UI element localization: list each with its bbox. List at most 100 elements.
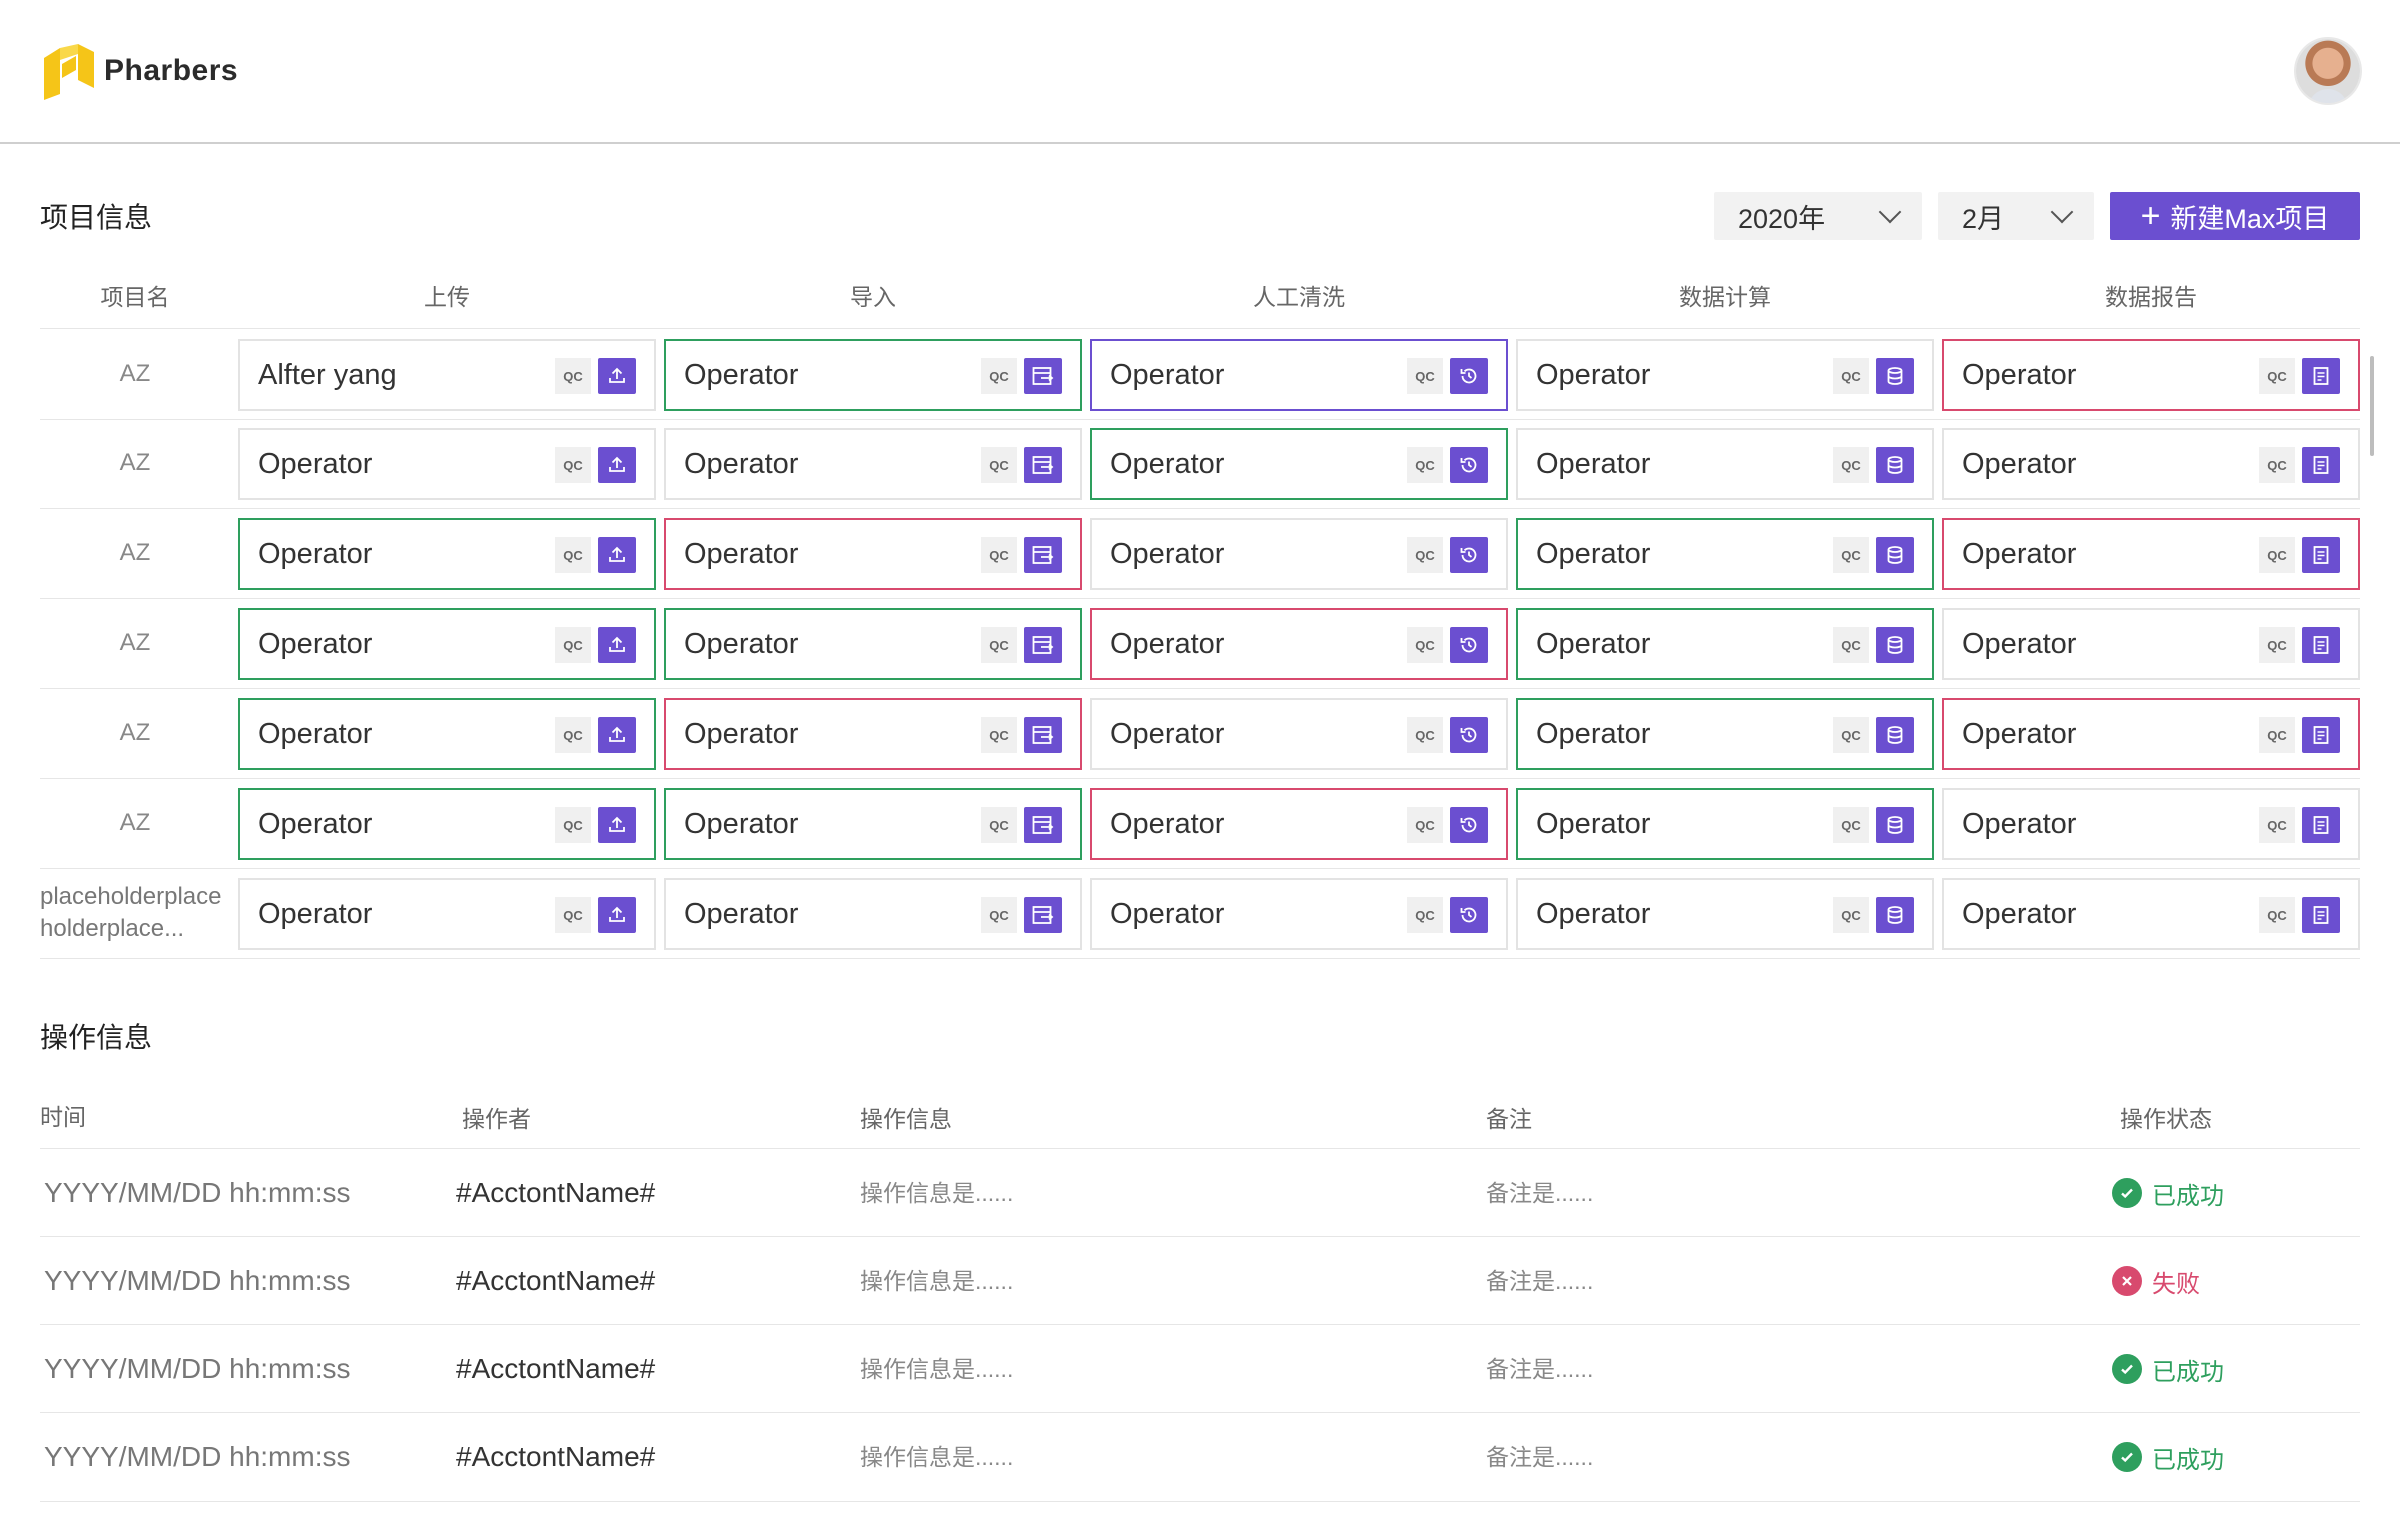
database-icon[interactable] <box>1876 358 1914 394</box>
qc-button[interactable]: QC <box>1407 897 1443 933</box>
report-icon[interactable] <box>2302 717 2340 753</box>
stage-cell-4[interactable]: Operator QC <box>1942 428 2360 500</box>
history-icon[interactable] <box>1450 807 1488 843</box>
import-icon[interactable] <box>1024 627 1062 663</box>
stage-cell-0[interactable]: Operator QC <box>238 608 656 680</box>
upload-icon[interactable] <box>598 537 636 573</box>
import-icon[interactable] <box>1024 447 1062 483</box>
qc-button[interactable]: QC <box>2259 358 2295 394</box>
stage-cell-4[interactable]: Operator QC <box>1942 698 2360 770</box>
stage-cell-2[interactable]: Operator QC <box>1090 608 1508 680</box>
upload-icon[interactable] <box>598 717 636 753</box>
stage-cell-4[interactable]: Operator QC <box>1942 788 2360 860</box>
stage-cell-2[interactable]: Operator QC <box>1090 878 1508 950</box>
stage-cell-0[interactable]: Operator QC <box>238 428 656 500</box>
upload-icon[interactable] <box>598 627 636 663</box>
stage-cell-3[interactable]: Operator QC <box>1516 339 1934 411</box>
qc-button[interactable]: QC <box>981 717 1017 753</box>
qc-button[interactable]: QC <box>981 447 1017 483</box>
report-icon[interactable] <box>2302 807 2340 843</box>
upload-icon[interactable] <box>598 897 636 933</box>
upload-icon[interactable] <box>598 358 636 394</box>
history-icon[interactable] <box>1450 447 1488 483</box>
qc-button[interactable]: QC <box>555 717 591 753</box>
qc-button[interactable]: QC <box>1407 537 1443 573</box>
report-icon[interactable] <box>2302 897 2340 933</box>
database-icon[interactable] <box>1876 537 1914 573</box>
qc-button[interactable]: QC <box>981 807 1017 843</box>
qc-button[interactable]: QC <box>1833 897 1869 933</box>
stage-cell-2[interactable]: Operator QC <box>1090 428 1508 500</box>
stage-cell-3[interactable]: Operator QC <box>1516 698 1934 770</box>
stage-cell-0[interactable]: Operator QC <box>238 518 656 590</box>
qc-button[interactable]: QC <box>555 358 591 394</box>
stage-cell-0[interactable]: Operator QC <box>238 878 656 950</box>
stage-cell-2[interactable]: Operator QC <box>1090 788 1508 860</box>
report-icon[interactable] <box>2302 537 2340 573</box>
qc-button[interactable]: QC <box>555 537 591 573</box>
user-avatar[interactable] <box>2296 39 2360 103</box>
database-icon[interactable] <box>1876 897 1914 933</box>
qc-button[interactable]: QC <box>1407 447 1443 483</box>
database-icon[interactable] <box>1876 717 1914 753</box>
import-icon[interactable] <box>1024 897 1062 933</box>
qc-button[interactable]: QC <box>1833 447 1869 483</box>
stage-cell-0[interactable]: Operator QC <box>238 698 656 770</box>
qc-button[interactable]: QC <box>555 447 591 483</box>
qc-button[interactable]: QC <box>2259 627 2295 663</box>
upload-icon[interactable] <box>598 807 636 843</box>
qc-button[interactable]: QC <box>1407 627 1443 663</box>
stage-cell-1[interactable]: Operator QC <box>664 608 1082 680</box>
qc-button[interactable]: QC <box>1833 807 1869 843</box>
new-max-project-button[interactable]: + 新建Max项目 <box>2110 192 2360 240</box>
qc-button[interactable]: QC <box>981 627 1017 663</box>
stage-cell-0[interactable]: Operator QC <box>238 788 656 860</box>
stage-cell-3[interactable]: Operator QC <box>1516 878 1934 950</box>
import-icon[interactable] <box>1024 358 1062 394</box>
stage-cell-3[interactable]: Operator QC <box>1516 608 1934 680</box>
history-icon[interactable] <box>1450 537 1488 573</box>
stage-cell-4[interactable]: Operator QC <box>1942 518 2360 590</box>
qc-button[interactable]: QC <box>1407 358 1443 394</box>
qc-button[interactable]: QC <box>555 897 591 933</box>
qc-button[interactable]: QC <box>2259 447 2295 483</box>
stage-cell-1[interactable]: Operator QC <box>664 788 1082 860</box>
report-icon[interactable] <box>2302 627 2340 663</box>
stage-cell-3[interactable]: Operator QC <box>1516 518 1934 590</box>
qc-button[interactable]: QC <box>981 897 1017 933</box>
brand-logo[interactable]: Pharbers <box>40 40 238 102</box>
stage-cell-4[interactable]: Operator QC <box>1942 339 2360 411</box>
stage-cell-1[interactable]: Operator QC <box>664 428 1082 500</box>
stage-cell-1[interactable]: Operator QC <box>664 698 1082 770</box>
stage-cell-1[interactable]: Operator QC <box>664 878 1082 950</box>
history-icon[interactable] <box>1450 897 1488 933</box>
qc-button[interactable]: QC <box>981 358 1017 394</box>
upload-icon[interactable] <box>598 447 636 483</box>
qc-button[interactable]: QC <box>1833 717 1869 753</box>
history-icon[interactable] <box>1450 358 1488 394</box>
stage-cell-3[interactable]: Operator QC <box>1516 428 1934 500</box>
qc-button[interactable]: QC <box>555 627 591 663</box>
stage-cell-4[interactable]: Operator QC <box>1942 608 2360 680</box>
month-select[interactable]: 2月 <box>1938 192 2094 240</box>
qc-button[interactable]: QC <box>2259 537 2295 573</box>
year-select[interactable]: 2020年 <box>1714 192 1922 240</box>
vertical-scrollbar[interactable] <box>2370 356 2374 456</box>
qc-button[interactable]: QC <box>1407 717 1443 753</box>
database-icon[interactable] <box>1876 447 1914 483</box>
history-icon[interactable] <box>1450 627 1488 663</box>
qc-button[interactable]: QC <box>1833 537 1869 573</box>
stage-cell-2[interactable]: Operator QC <box>1090 518 1508 590</box>
qc-button[interactable]: QC <box>1833 358 1869 394</box>
database-icon[interactable] <box>1876 627 1914 663</box>
import-icon[interactable] <box>1024 717 1062 753</box>
qc-button[interactable]: QC <box>2259 807 2295 843</box>
qc-button[interactable]: QC <box>981 537 1017 573</box>
report-icon[interactable] <box>2302 358 2340 394</box>
stage-cell-1[interactable]: Operator QC <box>664 518 1082 590</box>
import-icon[interactable] <box>1024 537 1062 573</box>
stage-cell-4[interactable]: Operator QC <box>1942 878 2360 950</box>
qc-button[interactable]: QC <box>1833 627 1869 663</box>
report-icon[interactable] <box>2302 447 2340 483</box>
database-icon[interactable] <box>1876 807 1914 843</box>
